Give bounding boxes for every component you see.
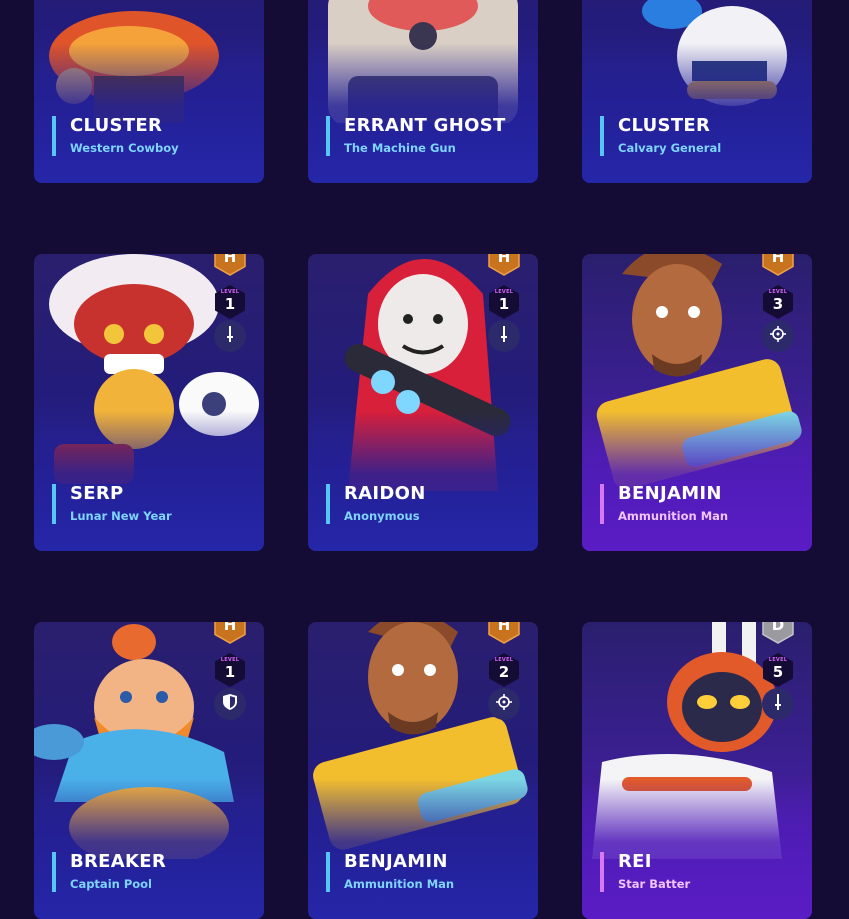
level-badge: LEVEL 3 xyxy=(762,284,794,320)
sword-icon xyxy=(223,326,237,346)
tier-badge: H xyxy=(214,254,246,276)
hero-name: CLUSTER xyxy=(618,115,711,136)
role-badge xyxy=(214,320,246,352)
hero-name: BREAKER xyxy=(70,851,167,872)
hero-skin: Calvary General xyxy=(618,141,722,155)
tier-badge: H xyxy=(214,622,246,644)
hero-skin: Anonymous xyxy=(344,509,420,523)
hero-skin: Western Cowboy xyxy=(70,141,179,155)
level-number: 1 xyxy=(224,663,236,681)
level-number: 1 xyxy=(224,295,236,313)
hero-skin: Captain Pool xyxy=(70,877,152,891)
role-badge xyxy=(762,320,794,352)
sword-icon xyxy=(497,326,511,346)
level-badge: LEVEL 1 xyxy=(488,284,520,320)
hero-card[interactable]: H LEVEL 1 SERP Lunar New Year xyxy=(34,254,264,551)
hero-skin: Lunar New Year xyxy=(70,509,172,523)
tier-badge: H xyxy=(488,622,520,644)
level-badge: LEVEL 1 xyxy=(214,652,246,688)
hero-card[interactable]: D LEVEL 5 REI Star Batter xyxy=(582,622,812,919)
hero-card[interactable]: CLUSTER Calvary General xyxy=(582,0,812,183)
hero-name: BENJAMIN xyxy=(618,483,722,504)
hero-name-block: RAIDON Anonymous xyxy=(326,484,426,524)
level-badge: LEVEL 5 xyxy=(762,652,794,688)
hero-card[interactable]: H LEVEL 3 BENJAMIN Ammunition Man xyxy=(582,254,812,551)
tier-badge: H xyxy=(762,254,794,276)
hero-name: SERP xyxy=(70,483,124,504)
level-badge: LEVEL 1 xyxy=(214,284,246,320)
hero-card[interactable]: H LEVEL 2 BENJAMIN Ammunition Man xyxy=(308,622,538,919)
crosshair-icon xyxy=(770,326,786,346)
hero-name-block: REI Star Batter xyxy=(600,852,690,892)
hero-name-block: BENJAMIN Ammunition Man xyxy=(600,484,728,524)
hero-name-block: CLUSTER Calvary General xyxy=(600,116,721,156)
role-badge xyxy=(488,688,520,720)
hero-card[interactable]: ERRANT GHOST The Machine Gun xyxy=(308,0,538,183)
hero-card[interactable]: CLUSTER Western Cowboy xyxy=(34,0,264,183)
hero-skin: Ammunition Man xyxy=(344,877,455,891)
level-number: 1 xyxy=(498,295,510,313)
hero-card[interactable]: H LEVEL 1 BREAKER Captain Pool xyxy=(34,622,264,919)
level-number: 2 xyxy=(498,663,510,681)
hero-skin: Star Batter xyxy=(618,877,691,891)
hero-name-block: CLUSTER Western Cowboy xyxy=(52,116,179,156)
role-badge xyxy=(488,320,520,352)
role-badge xyxy=(762,688,794,720)
hero-name: ERRANT GHOST xyxy=(344,115,506,136)
hero-name-block: BENJAMIN Ammunition Man xyxy=(326,852,454,892)
hero-name: CLUSTER xyxy=(70,115,163,136)
hero-skin: Ammunition Man xyxy=(618,509,729,523)
hero-name-block: ERRANT GHOST The Machine Gun xyxy=(326,116,506,156)
hero-card[interactable]: H LEVEL 1 RAIDON Anonymous xyxy=(308,254,538,551)
hero-name: RAIDON xyxy=(344,483,426,504)
role-badge xyxy=(214,688,246,720)
shield-icon xyxy=(223,694,237,714)
hero-name: REI xyxy=(618,851,652,872)
tier-badge: D xyxy=(762,622,794,644)
level-number: 5 xyxy=(772,663,784,681)
hero-name-block: SERP Lunar New Year xyxy=(52,484,172,524)
crosshair-icon xyxy=(496,694,512,714)
hero-name: BENJAMIN xyxy=(344,851,448,872)
tier-badge: H xyxy=(488,254,520,276)
sword-icon xyxy=(771,694,785,714)
level-badge: LEVEL 2 xyxy=(488,652,520,688)
level-number: 3 xyxy=(772,295,784,313)
hero-skin: The Machine Gun xyxy=(344,141,456,155)
hero-name-block: BREAKER Captain Pool xyxy=(52,852,166,892)
